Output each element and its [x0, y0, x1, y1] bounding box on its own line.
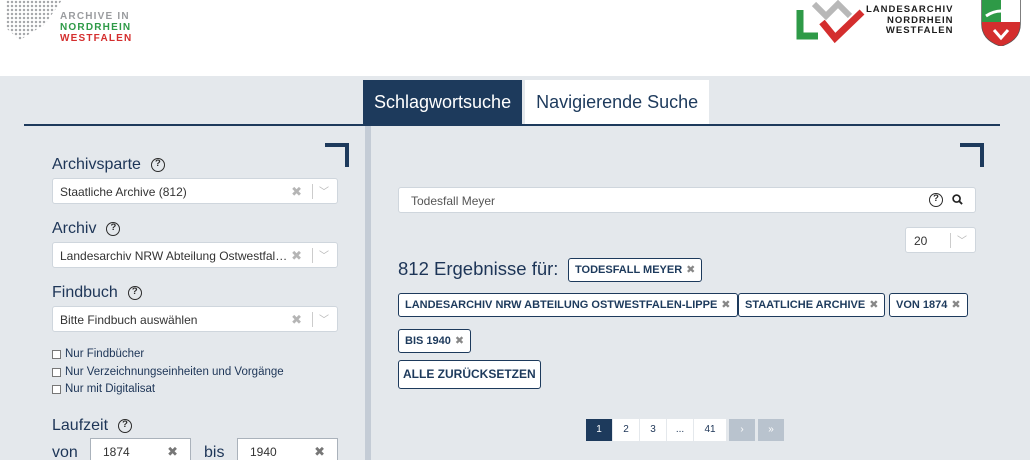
findbuch-label: Findbuch ? — [52, 284, 142, 302]
chevron-down-icon[interactable]: ﹀ — [957, 232, 967, 247]
nrw-crest-icon — [981, 0, 1021, 46]
tab-navigierende-suche[interactable]: Navigierende Suche — [525, 80, 710, 124]
search-tabs: Schlagwortsuche Navigierende Suche — [363, 80, 710, 124]
select-separator — [312, 184, 313, 199]
site-header: ARCHIVE IN NORDRHEIN WESTFALEN LANDESARC… — [0, 0, 1030, 76]
page-ellipsis: ... — [667, 419, 693, 441]
next-page-button[interactable]: › — [729, 419, 755, 441]
per-page-select[interactable]: 20 ﹀ — [905, 227, 976, 253]
corner-decoration-icon — [325, 143, 349, 167]
help-icon[interactable]: ? — [118, 419, 133, 433]
chevron-down-icon[interactable]: ﹀ — [319, 247, 329, 262]
checkbox-icon[interactable] — [52, 349, 61, 359]
filter-sidebar: Archivsparte ? Staatliche Archive (812) … — [24, 126, 365, 460]
archiv-label: Archiv ? — [52, 220, 121, 238]
archivsparte-label: Archivsparte ? — [52, 156, 165, 174]
last-page-button[interactable]: » — [758, 419, 784, 441]
checkbox-icon[interactable] — [52, 367, 61, 377]
findbuch-select[interactable]: Bitte Findbuch auswählen ✖ ﹀ — [52, 306, 338, 332]
laufzeit-label: Laufzeit ? — [52, 417, 133, 435]
dot-pattern-icon — [6, 0, 62, 40]
reset-all-button[interactable]: ALLE ZURÜCKSETZEN — [398, 360, 541, 389]
help-icon[interactable]: ? — [929, 193, 943, 207]
page-2-button[interactable]: 2 — [613, 419, 639, 441]
clear-icon[interactable]: ✖ — [314, 444, 325, 460]
clear-icon[interactable]: ✖ — [291, 248, 302, 264]
bis-label: bis — [204, 444, 225, 460]
pagination: 1 2 3 ... 41 › » — [586, 419, 785, 441]
remove-icon[interactable]: ✖ — [721, 299, 730, 311]
von-label: von — [52, 444, 78, 460]
archive-nrw-logo-text: ARCHIVE IN NORDRHEIN WESTFALEN — [60, 11, 133, 44]
filter-chip-von[interactable]: VON 1874 ✖ — [889, 293, 968, 317]
clear-icon[interactable]: ✖ — [291, 312, 302, 328]
remove-icon[interactable]: ✖ — [686, 264, 695, 276]
search-icon[interactable] — [952, 194, 963, 205]
results-panel: Todesfall Meyer ? 20 ﹀ 812 Ergebnisse fü… — [371, 126, 1000, 460]
checkbox-icon[interactable] — [52, 384, 61, 394]
checkbox-nur-digitalisat[interactable]: Nur mit Digitalisat — [52, 383, 155, 395]
remove-icon[interactable]: ✖ — [869, 299, 878, 311]
select-separator — [312, 248, 313, 263]
lav-logo-icon — [796, 0, 865, 44]
filter-chip-archiv[interactable]: LANDESARCHIV NRW ABTEILUNG OSTWESTFALEN-… — [398, 293, 738, 317]
chevron-down-icon[interactable]: ﹀ — [319, 183, 329, 198]
laufzeit-to-input[interactable]: 1940 ✖ — [237, 438, 338, 460]
query-chip[interactable]: TODESFALL MEYER ✖ — [568, 258, 703, 282]
remove-icon[interactable]: ✖ — [455, 335, 464, 347]
clear-icon[interactable]: ✖ — [291, 184, 302, 200]
remove-icon[interactable]: ✖ — [951, 299, 960, 311]
filter-chip-bis[interactable]: BIS 1940 ✖ — [398, 329, 472, 353]
archiv-select[interactable]: Landesarchiv NRW Abteilung Ostwestfalen-… — [52, 242, 338, 268]
laufzeit-from-input[interactable]: 1874 ✖ — [90, 438, 191, 460]
checkbox-nur-verzeichnungseinheiten[interactable]: Nur Verzeichnungseinheiten und Vorgänge — [52, 366, 284, 378]
landesarchiv-logo[interactable]: LANDESARCHIV NORDRHEIN WESTFALEN — [792, 0, 1030, 50]
help-icon[interactable]: ? — [106, 222, 121, 236]
help-icon[interactable]: ? — [150, 158, 165, 172]
checkbox-nur-findbuecher[interactable]: Nur Findbücher — [52, 348, 144, 360]
search-input[interactable]: Todesfall Meyer ? — [398, 187, 976, 213]
chevron-down-icon[interactable]: ﹀ — [319, 311, 329, 326]
help-icon[interactable]: ? — [127, 286, 142, 300]
result-count: 812 Ergebnisse für: — [398, 258, 559, 279]
select-separator — [950, 233, 951, 248]
landesarchiv-logo-text: LANDESARCHIV NORDRHEIN WESTFALEN — [866, 4, 954, 36]
page-3-button[interactable]: 3 — [640, 419, 666, 441]
tab-schlagwortsuche[interactable]: Schlagwortsuche — [363, 80, 523, 124]
corner-decoration-icon — [960, 143, 984, 167]
select-separator — [312, 312, 313, 327]
page-41-button[interactable]: 41 — [694, 419, 726, 441]
page-1-button[interactable]: 1 — [586, 419, 612, 441]
archivsparte-select[interactable]: Staatliche Archive (812) ✖ ﹀ — [52, 178, 338, 204]
filter-chip-archivsparte[interactable]: STAATLICHE ARCHIVE ✖ — [738, 293, 886, 317]
clear-icon[interactable]: ✖ — [167, 444, 178, 460]
